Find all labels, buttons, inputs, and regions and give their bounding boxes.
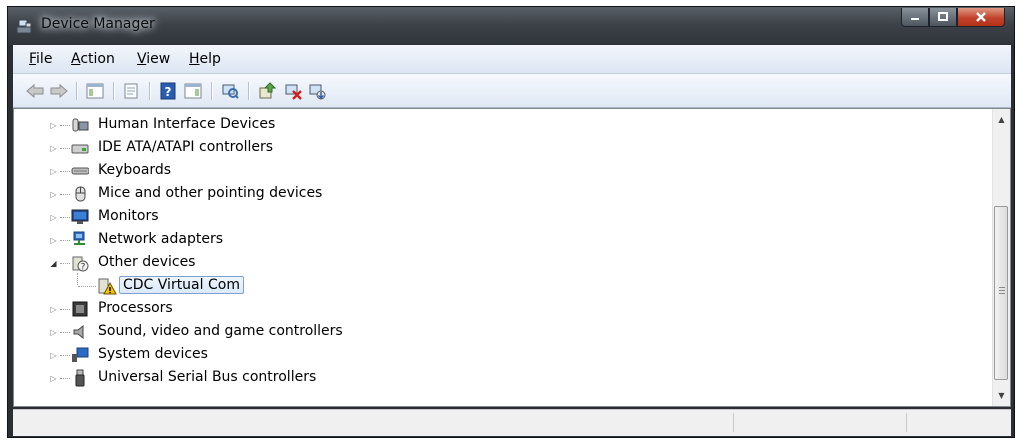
- tree-node-keyboards[interactable]: ▷ Keyboards: [14, 161, 989, 181]
- expand-arrow-icon[interactable]: ▷: [49, 328, 58, 337]
- back-arrow-icon: [26, 83, 44, 99]
- window-title: Device Manager: [41, 16, 155, 32]
- properties-button[interactable]: [121, 81, 141, 101]
- toolbar: ?: [13, 74, 1011, 108]
- toolbar-separator: [248, 82, 250, 100]
- help-button[interactable]: ?: [158, 81, 178, 101]
- show-hide-console-tree-icon: [86, 83, 104, 99]
- tree-node-network-adapters[interactable]: ▷ Network adapters: [14, 230, 989, 250]
- expand-arrow-icon[interactable]: ▷: [49, 236, 58, 245]
- update-driver-button[interactable]: [257, 81, 277, 101]
- toolbar-separator: [149, 82, 151, 100]
- tree-node-label: Mice and other pointing devices: [98, 185, 323, 201]
- status-pane: [906, 413, 907, 432]
- status-pane: [733, 413, 734, 432]
- toolbar-separator: [211, 82, 213, 100]
- tree-node-label: Sound, video and game controllers: [98, 323, 343, 339]
- forward-button[interactable]: [49, 81, 69, 101]
- tree-node-other-devices[interactable]: ◢ ? Other devices: [14, 253, 989, 273]
- device-manager-icon: [16, 18, 32, 34]
- device-manager-window: Device Manager File Action View Help ? ▷…: [7, 6, 1015, 438]
- toolbar-separator: [113, 82, 115, 100]
- uninstall-device-button[interactable]: [307, 81, 327, 101]
- help-icon: ?: [160, 82, 176, 100]
- tree-node-processors[interactable]: ▷ Processors: [14, 299, 989, 319]
- menu-help[interactable]: Help: [189, 51, 221, 67]
- menu-file[interactable]: File: [29, 51, 52, 67]
- uninstall-device-icon: [309, 84, 326, 100]
- update-driver-icon: [259, 82, 276, 99]
- tree-node-label: Other devices: [98, 254, 196, 270]
- toolbar-separator: [76, 82, 78, 100]
- tree-node-label: Universal Serial Bus controllers: [98, 369, 317, 385]
- expand-arrow-icon[interactable]: ▷: [49, 213, 58, 222]
- show-action-pane-button[interactable]: [183, 81, 203, 101]
- tree-node-sound-video-game[interactable]: ▷ Sound, video and game controllers: [14, 322, 989, 342]
- scroll-down-button[interactable]: ▼: [993, 387, 1010, 404]
- vertical-scrollbar[interactable]: ▲ ▼: [992, 109, 1010, 406]
- disable-device-button[interactable]: [283, 81, 303, 101]
- tree-node-ide-ata-atapi-controllers[interactable]: ▷ IDE ATA/ATAPI controllers: [14, 138, 989, 158]
- svg-text:?: ?: [165, 85, 172, 99]
- device-tree[interactable]: ▷ Human Interface Devices ▷ IDE ATA/ATAP…: [13, 108, 1011, 407]
- warning-device-icon: [97, 277, 117, 295]
- show-action-pane-icon: [184, 83, 202, 99]
- scroll-thumb[interactable]: [994, 206, 1008, 380]
- scroll-up-button[interactable]: ▲: [993, 111, 1010, 128]
- network-adapter-icon: [71, 231, 89, 249]
- menu-view[interactable]: View: [137, 51, 170, 67]
- tree-node-label: Processors: [98, 300, 173, 316]
- expand-arrow-icon[interactable]: ▷: [49, 351, 58, 360]
- tree-node-label: Keyboards: [98, 162, 172, 178]
- tree-node-label: System devices: [98, 346, 208, 362]
- tree-node-label: Monitors: [98, 208, 159, 224]
- tree-node-mice[interactable]: ▷ Mice and other pointing devices: [14, 184, 989, 204]
- other-devices-icon: ?: [71, 254, 89, 273]
- expand-arrow-icon[interactable]: ▷: [49, 305, 58, 314]
- expand-arrow-icon[interactable]: ▷: [49, 374, 58, 383]
- maximize-icon: [938, 12, 948, 21]
- usb-icon: [71, 369, 89, 387]
- tree-node-human-interface-devices[interactable]: ▷ Human Interface Devices: [14, 115, 989, 135]
- hid-icon: [71, 116, 89, 134]
- close-button[interactable]: [957, 8, 1005, 27]
- tree-node-system-devices[interactable]: ▷ System devices: [14, 345, 989, 365]
- back-button[interactable]: [25, 81, 45, 101]
- ide-controller-icon: [71, 139, 89, 157]
- svg-text:?: ?: [81, 263, 86, 273]
- forward-arrow-icon: [50, 83, 68, 99]
- tree-node-label: Human Interface Devices: [98, 116, 276, 132]
- system-devices-icon: [71, 346, 89, 364]
- mouse-icon: [71, 185, 89, 203]
- maximize-button[interactable]: [929, 8, 957, 27]
- keyboard-icon: [71, 162, 90, 180]
- scan-hardware-icon: [222, 84, 239, 99]
- processor-icon: [71, 300, 89, 318]
- close-icon: [976, 12, 986, 22]
- speaker-icon: [71, 323, 89, 341]
- monitor-icon: [71, 208, 89, 226]
- title-bar[interactable]: Device Manager: [8, 7, 1014, 45]
- status-bar: [13, 409, 1011, 436]
- menu-bar: File Action View Help: [13, 45, 1011, 74]
- collapse-arrow-icon[interactable]: ◢: [49, 259, 58, 268]
- tree-node-monitors[interactable]: ▷ Monitors: [14, 207, 989, 227]
- tree-node-label: CDC Virtual Com: [119, 276, 244, 294]
- minimize-button[interactable]: [901, 8, 929, 27]
- tree-node-cdc-virtual-com[interactable]: CDC Virtual Com: [14, 276, 989, 296]
- tree-node-label: Network adapters: [98, 231, 223, 247]
- expand-arrow-icon[interactable]: ▷: [49, 144, 58, 153]
- expand-arrow-icon[interactable]: ▷: [49, 121, 58, 130]
- minimize-icon: [911, 18, 919, 20]
- expand-arrow-icon[interactable]: ▷: [49, 167, 58, 176]
- expand-arrow-icon[interactable]: ▷: [49, 190, 58, 199]
- disable-device-icon: [285, 84, 302, 100]
- scan-hardware-button[interactable]: [220, 81, 240, 101]
- show-hide-console-tree-button[interactable]: [85, 81, 105, 101]
- tree-node-label: IDE ATA/ATAPI controllers: [98, 139, 274, 155]
- properties-icon: [124, 83, 138, 99]
- menu-action[interactable]: Action: [71, 51, 115, 67]
- tree-node-usb-controllers[interactable]: ▷ Universal Serial Bus controllers: [14, 368, 989, 388]
